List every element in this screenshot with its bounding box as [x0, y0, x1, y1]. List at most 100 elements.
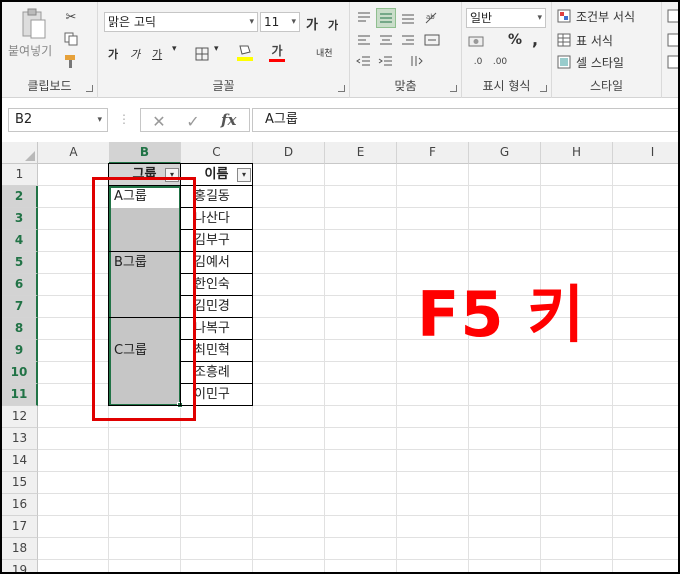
- worksheet-grid[interactable]: A B C D E F G H I 1 2 3 4 5 6 7 8 9 10 11 12 13 14 15 16 17 18 19 그룹…: [2, 142, 678, 572]
- column-header-f[interactable]: F: [397, 142, 469, 164]
- comma-button[interactable]: ,: [532, 30, 538, 49]
- chevron-down-icon[interactable]: ▾: [172, 44, 177, 54]
- row-header-14[interactable]: 14: [2, 450, 38, 472]
- column-header-g[interactable]: G: [469, 142, 541, 164]
- align-bottom-icon[interactable]: [398, 8, 418, 28]
- delete-cells-icon[interactable]: [666, 32, 678, 48]
- name-cell[interactable]: 나산다: [191, 208, 251, 230]
- row-header-19[interactable]: 19: [2, 560, 38, 572]
- insert-function-button[interactable]: fx: [221, 111, 236, 129]
- name-cell[interactable]: 한인숙: [191, 274, 251, 296]
- font-size-value: 11: [264, 15, 280, 29]
- cell-style-icon[interactable]: [556, 54, 572, 70]
- grow-font-button[interactable]: 가: [306, 14, 318, 33]
- table-format-icon[interactable]: [556, 32, 572, 48]
- row-header-13[interactable]: 13: [2, 428, 38, 450]
- italic-button[interactable]: 가: [130, 46, 140, 62]
- name-cell[interactable]: 나복구: [191, 318, 251, 340]
- border-icon[interactable]: [194, 46, 210, 62]
- align-left-icon[interactable]: [354, 30, 374, 50]
- row-header-17[interactable]: 17: [2, 516, 38, 538]
- clipboard-launcher-icon[interactable]: [86, 85, 93, 92]
- group-cell[interactable]: B그룹: [111, 252, 179, 274]
- row-header-16[interactable]: 16: [2, 494, 38, 516]
- column-header-h[interactable]: H: [541, 142, 613, 164]
- row-header-3[interactable]: 3: [2, 208, 38, 230]
- select-all-corner[interactable]: [2, 142, 38, 164]
- row-header-15[interactable]: 15: [2, 472, 38, 494]
- underline-button[interactable]: 가: [152, 46, 162, 62]
- row-header-6[interactable]: 6: [2, 274, 38, 296]
- cancel-icon[interactable]: ✕: [149, 111, 169, 131]
- filter-dropdown-icon[interactable]: ▾: [165, 168, 179, 182]
- align-middle-icon[interactable]: [376, 8, 396, 28]
- formula-input[interactable]: A그룹: [252, 108, 678, 132]
- name-cell[interactable]: 김예서: [191, 252, 251, 274]
- copy-icon[interactable]: [62, 30, 80, 48]
- row-header-7[interactable]: 7: [2, 296, 38, 318]
- font-name-combo[interactable]: 맑은 고딕 ▾: [104, 12, 258, 32]
- column-header-c[interactable]: C: [181, 142, 253, 164]
- row-header-10[interactable]: 10: [2, 362, 38, 384]
- text-direction-icon[interactable]: [406, 52, 426, 70]
- currency-icon[interactable]: [466, 32, 488, 52]
- align-top-icon[interactable]: [354, 8, 374, 28]
- table-format-button[interactable]: 표 서식: [576, 32, 613, 49]
- name-box[interactable]: B2 ▾: [8, 108, 108, 132]
- row-header-1[interactable]: 1: [2, 164, 38, 186]
- phonetic-button[interactable]: 내천: [316, 46, 333, 59]
- increase-indent-icon[interactable]: [376, 52, 396, 70]
- row-header-11[interactable]: 11: [2, 384, 38, 406]
- column-header-b[interactable]: B: [109, 142, 181, 164]
- group-cell[interactable]: A그룹: [111, 186, 179, 208]
- cut-icon[interactable]: ✂: [62, 8, 80, 26]
- group-cell[interactable]: C그룹: [111, 340, 179, 362]
- name-cell[interactable]: 조흥례: [191, 362, 251, 384]
- merge-center-icon[interactable]: [422, 30, 442, 50]
- shrink-font-button[interactable]: 가: [328, 17, 338, 33]
- align-right-icon[interactable]: [398, 30, 418, 50]
- insert-cells-icon[interactable]: [666, 8, 678, 24]
- filter-dropdown-icon[interactable]: ▾: [237, 168, 251, 182]
- conditional-format-button[interactable]: 조건부 서식: [576, 8, 635, 25]
- number-launcher-icon[interactable]: [540, 85, 547, 92]
- align-center-icon[interactable]: [376, 30, 396, 50]
- bold-button[interactable]: 가: [108, 46, 118, 62]
- name-cell[interactable]: 홍길동: [191, 186, 251, 208]
- column-header-a[interactable]: A: [38, 142, 110, 164]
- selected-range[interactable]: [109, 186, 181, 406]
- conditional-format-icon[interactable]: [556, 8, 572, 24]
- paste-icon[interactable]: [18, 8, 50, 40]
- fill-color-icon[interactable]: [236, 42, 254, 62]
- row-header-8[interactable]: 8: [2, 318, 38, 340]
- name-cell[interactable]: 이민구: [191, 384, 251, 406]
- chevron-down-icon[interactable]: ▾: [214, 44, 219, 54]
- decrease-decimal-icon[interactable]: .00: [490, 54, 510, 70]
- column-header-i[interactable]: I: [613, 142, 678, 164]
- alignment-launcher-icon[interactable]: [450, 85, 457, 92]
- orientation-icon[interactable]: ab: [422, 8, 442, 28]
- column-header-d[interactable]: D: [253, 142, 325, 164]
- row-header-9[interactable]: 9: [2, 340, 38, 362]
- row-header-12[interactable]: 12: [2, 406, 38, 428]
- cell-style-button[interactable]: 셀 스타일: [576, 54, 624, 71]
- column-header-e[interactable]: E: [325, 142, 397, 164]
- increase-decimal-icon[interactable]: .0: [468, 54, 488, 70]
- number-format-combo[interactable]: 일반 ▾: [466, 8, 546, 28]
- name-cell[interactable]: 김민경: [191, 296, 251, 318]
- decrease-indent-icon[interactable]: [354, 52, 374, 70]
- name-cell[interactable]: 최민혁: [191, 340, 251, 362]
- percent-button[interactable]: %: [508, 32, 522, 48]
- format-cells-icon[interactable]: [666, 54, 678, 70]
- enter-icon[interactable]: ✓: [183, 111, 203, 131]
- font-launcher-icon[interactable]: [338, 85, 345, 92]
- row-header-4[interactable]: 4: [2, 230, 38, 252]
- name-cell[interactable]: 김부구: [191, 230, 251, 252]
- paste-button[interactable]: 붙여넣기: [8, 42, 52, 59]
- format-painter-icon[interactable]: [62, 52, 80, 70]
- font-color-icon[interactable]: 가: [268, 42, 286, 62]
- row-header-5[interactable]: 5: [2, 252, 38, 274]
- row-header-18[interactable]: 18: [2, 538, 38, 560]
- row-header-2[interactable]: 2: [2, 186, 38, 208]
- font-size-combo[interactable]: 11 ▾: [260, 12, 300, 32]
